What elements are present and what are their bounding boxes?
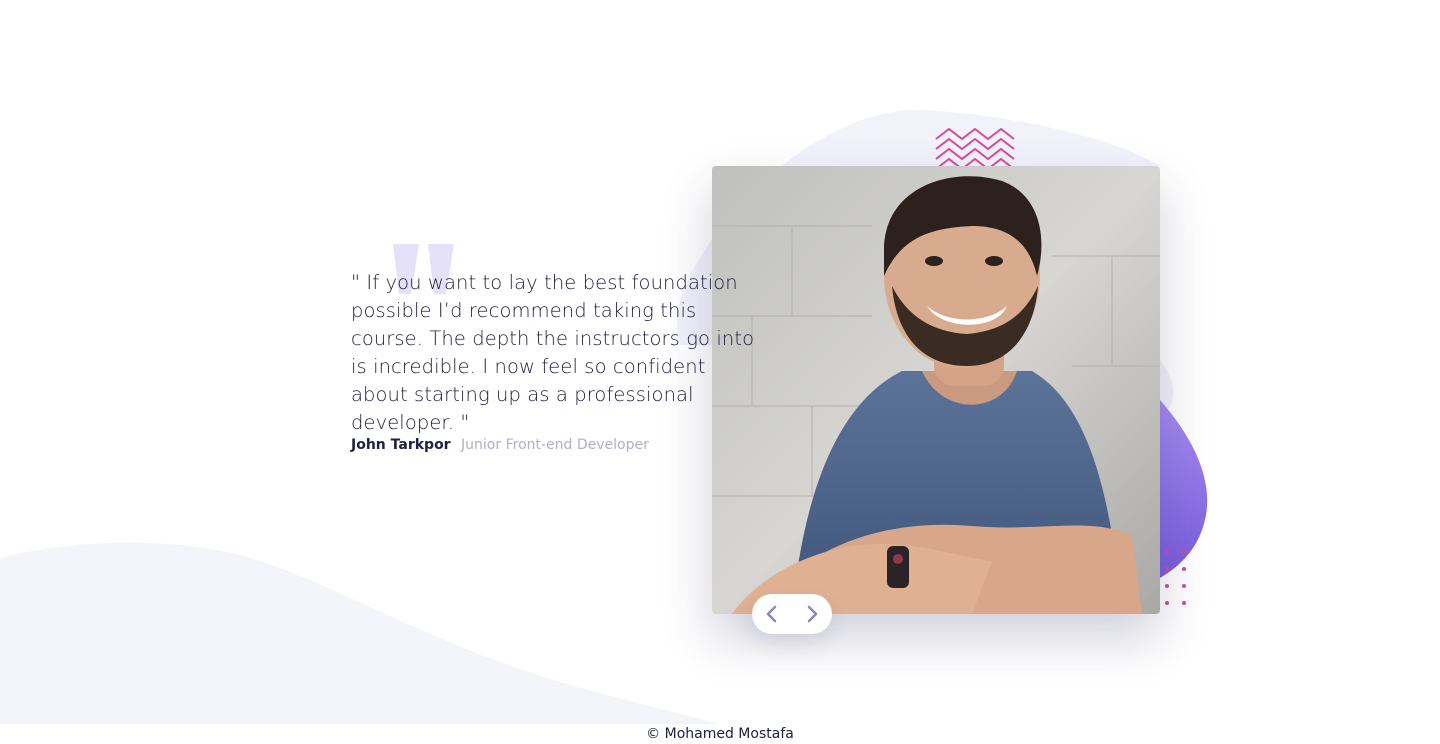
author-photo bbox=[712, 166, 1160, 614]
author-role: Junior Front-end Developer bbox=[461, 437, 649, 453]
chevron-right-icon bbox=[807, 605, 818, 623]
footer-credit: © Mohamed Mostafa bbox=[646, 726, 794, 742]
next-button[interactable] bbox=[792, 594, 832, 634]
dot-grid-icon bbox=[1165, 550, 1186, 605]
testimonial-quote: " If you want to lay the best foundation… bbox=[351, 271, 755, 434]
chevron-left-icon bbox=[766, 605, 777, 623]
zigzag-pattern-icon bbox=[935, 127, 1015, 169]
previous-button[interactable] bbox=[752, 594, 792, 634]
carousel-navigation bbox=[752, 594, 832, 634]
testimonial-author: John Tarkpor Junior Front-end Developer bbox=[351, 435, 649, 455]
author-name: John Tarkpor bbox=[351, 437, 451, 453]
